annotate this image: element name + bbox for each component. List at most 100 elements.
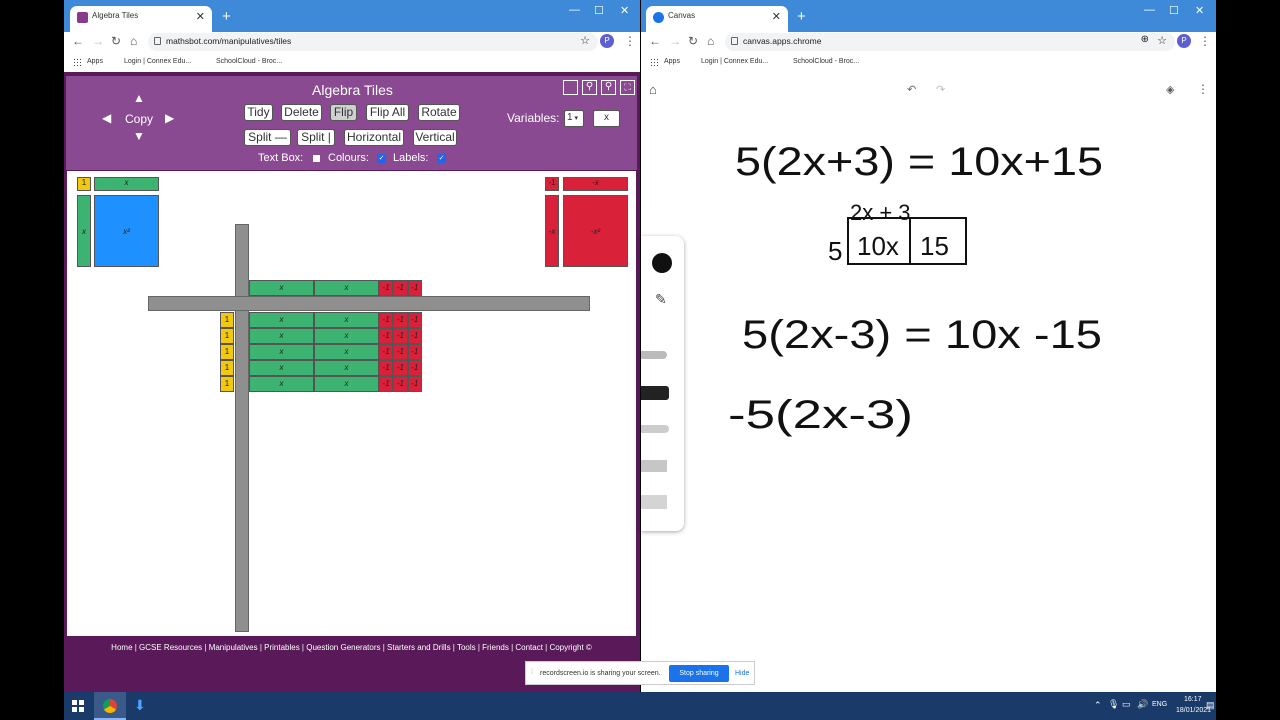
forward-icon-right[interactable]: → [669, 34, 681, 48]
split-vertical-button[interactable]: Split | [297, 129, 335, 146]
canvas-menu-icon[interactable]: ⋮ [1197, 82, 1209, 96]
text-box-checkbox[interactable] [313, 155, 320, 162]
back-icon-right[interactable]: ← [649, 34, 661, 48]
avatar-right[interactable]: P [1177, 34, 1191, 48]
tidy-button[interactable]: Tidy [244, 104, 273, 121]
tile-product-x[interactable]: x [314, 344, 379, 360]
url-field[interactable]: mathsbot.com/manipulatives/tiles ☆ [148, 33, 598, 51]
move-right-icon[interactable]: ▶ [165, 111, 174, 125]
tile-top-x[interactable]: x [249, 280, 314, 296]
stop-sharing-button[interactable]: Stop sharing [669, 665, 729, 682]
tile-palette-neg-x-vertical[interactable]: -x [545, 195, 559, 267]
chrome-taskbar-icon[interactable] [94, 692, 126, 720]
star-icon-right[interactable]: ☆ [1157, 34, 1167, 47]
tile-product-x[interactable]: x [314, 312, 379, 328]
bookmark-apps[interactable]: Apps [87, 58, 103, 65]
tile-product-neg-one[interactable]: -1 [407, 360, 422, 376]
fullscreen-icon[interactable]: ⛶ [620, 80, 635, 95]
pencil-tool-icon[interactable] [641, 425, 669, 433]
tile-product-x[interactable]: x [314, 376, 379, 392]
redo-icon[interactable]: ↷ [936, 83, 945, 96]
install-icon[interactable]: ⊕ [1141, 34, 1149, 45]
tile-top-neg-one[interactable]: -1 [407, 280, 422, 296]
url-field-right[interactable]: canvas.apps.chrome ⊕ ☆ [725, 33, 1175, 51]
rotate-button[interactable]: Rotate [418, 104, 460, 121]
tile-top-x[interactable]: x [314, 280, 379, 296]
tab-algebra-tiles[interactable]: Algebra Tiles ✕ [70, 6, 212, 32]
undo-icon[interactable]: ↶ [907, 83, 916, 96]
forward-icon[interactable]: → [92, 34, 104, 48]
tile-palette-one[interactable]: 1 [77, 177, 91, 191]
tile-palette-neg-x-horizontal[interactable]: -x [563, 177, 628, 191]
tile-top-neg-one[interactable]: -1 [379, 280, 394, 296]
minimize-icon[interactable]: — [569, 4, 580, 16]
share-drag-icon[interactable]: ⁞ [531, 669, 533, 676]
reload-icon-right[interactable]: ↻ [688, 34, 698, 48]
new-tab-icon-right[interactable]: + [797, 8, 806, 25]
eraser-tool-icon[interactable] [641, 495, 667, 509]
highlighter-tool-icon[interactable] [641, 460, 667, 472]
tile-product-neg-one[interactable]: -1 [407, 328, 422, 344]
colours-checkbox[interactable]: ✓ [377, 154, 386, 163]
bookmark-schoolcloud[interactable]: SchoolCloud - Broc... [216, 58, 282, 65]
bookmark-connex[interactable]: Login | Connex Edu... [124, 58, 191, 65]
tray-up-icon[interactable]: ⌃ [1094, 700, 1102, 711]
close-window-icon[interactable]: ✕ [620, 4, 629, 17]
pen-tool-icon[interactable] [641, 351, 667, 359]
tile-product-neg-one[interactable]: -1 [393, 360, 408, 376]
horizontal-button[interactable]: Horizontal [344, 129, 404, 146]
tab-canvas[interactable]: Canvas ✕ [646, 6, 788, 32]
new-tab-icon[interactable]: + [222, 8, 231, 25]
menu-icon-right[interactable]: ⋮ [1199, 34, 1211, 48]
tile-palette-x-horizontal[interactable]: x [94, 177, 159, 191]
avatar[interactable]: P [600, 34, 614, 48]
tile-product-x[interactable]: x [249, 360, 314, 376]
labels-checkbox[interactable]: ✓ [437, 154, 446, 163]
color-swatch-icon[interactable] [652, 253, 672, 273]
close-window-icon-right[interactable]: ✕ [1195, 4, 1204, 17]
tile-product-neg-one[interactable]: -1 [393, 344, 408, 360]
tile-product-x[interactable]: x [314, 328, 379, 344]
tile-palette-neg-x-squared[interactable]: -x² [563, 195, 628, 267]
tile-product-x[interactable]: x [249, 376, 314, 392]
maximize-icon[interactable]: ☐ [594, 4, 604, 17]
horizontal-axis[interactable] [148, 296, 590, 311]
tile-product-neg-one[interactable]: -1 [379, 360, 394, 376]
tile-product-x[interactable]: x [249, 328, 314, 344]
tile-product-neg-one[interactable]: -1 [393, 376, 408, 392]
bookmark-apps-right[interactable]: Apps [664, 58, 680, 65]
bookmark-connex-right[interactable]: Login | Connex Edu... [701, 58, 768, 65]
tile-side-one[interactable]: 1 [220, 328, 234, 344]
download-taskbar-icon[interactable]: ⬇ [134, 697, 146, 714]
tile-palette-x-vertical[interactable]: x [77, 195, 91, 267]
tile-product-neg-one[interactable]: -1 [393, 328, 408, 344]
tile-palette-neg-one[interactable]: -1 [545, 177, 559, 191]
notifications-icon[interactable]: ▤ [1206, 700, 1215, 711]
tile-product-neg-one[interactable]: -1 [379, 328, 394, 344]
hide-button[interactable]: Hide [735, 670, 749, 677]
vertical-button[interactable]: Vertical [413, 129, 457, 146]
tile-product-neg-one[interactable]: -1 [393, 312, 408, 328]
variable-name-input[interactable]: x [593, 110, 620, 127]
flip-all-button[interactable]: Flip All [366, 104, 409, 121]
tile-product-x[interactable]: x [249, 312, 314, 328]
maximize-icon-right[interactable]: ☐ [1169, 4, 1179, 17]
variables-select[interactable]: 1 ▾ [564, 110, 584, 127]
tile-product-x[interactable]: x [314, 360, 379, 376]
search-icon[interactable]: ⚲ [582, 80, 597, 95]
mic-icon[interactable]: 🎙 [1108, 699, 1119, 710]
volume-icon[interactable]: 🔊 [1137, 699, 1148, 710]
clock-time[interactable]: 16:17 [1184, 696, 1202, 703]
tile-product-neg-one[interactable]: -1 [379, 344, 394, 360]
tile-side-one[interactable]: 1 [220, 360, 234, 376]
apps-icon[interactable] [73, 58, 81, 66]
marker-tool-icon[interactable] [641, 386, 669, 400]
move-left-icon[interactable]: ◀ [102, 111, 111, 125]
vertical-axis[interactable] [235, 224, 249, 632]
minimize-icon-right[interactable]: — [1144, 4, 1155, 16]
pen-color-icon[interactable]: ✎ [655, 291, 667, 308]
delete-button[interactable]: Delete [281, 104, 322, 121]
copy-button[interactable]: Copy [125, 112, 153, 126]
tile-side-one[interactable]: 1 [220, 312, 234, 328]
language-indicator[interactable]: ENG [1152, 701, 1167, 708]
